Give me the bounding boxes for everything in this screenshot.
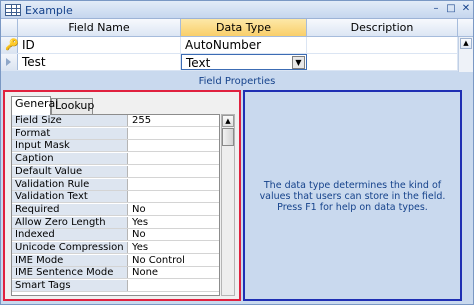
help-pane: The data type determines the kind of val… (243, 90, 462, 301)
table-icon (5, 4, 21, 16)
grid-scrollbar[interactable]: ▲ (458, 37, 473, 72)
property-label: Field Size (12, 115, 128, 126)
property-label: IME Mode (12, 254, 128, 266)
property-row[interactable]: Validation Rule (12, 178, 219, 191)
property-row[interactable]: Caption (12, 153, 219, 166)
chevron-down-icon[interactable]: ▼ (292, 56, 305, 69)
property-value[interactable] (129, 140, 219, 151)
property-label: Indexed (12, 229, 128, 241)
data-type-select[interactable]: Text ▼ (181, 54, 307, 70)
table-row[interactable]: 🔑 ID AutoNumber (1, 37, 458, 54)
property-label: Validation Rule (12, 178, 128, 190)
design-grid-header: Field Name Data Type Description (1, 19, 473, 37)
property-row[interactable]: Default Value (12, 165, 219, 178)
close-button[interactable]: ✕ (459, 3, 473, 16)
property-row[interactable]: IME Sentence Mode None (12, 267, 219, 280)
property-row[interactable]: Unicode Compression Yes (12, 242, 219, 254)
property-label: Caption (12, 153, 128, 165)
title-bar[interactable]: Example – □ ✕ (1, 1, 473, 19)
field-properties-pane: General Lookup Field Size 255 Format Input … (3, 90, 241, 301)
help-text: The data type determines the kind of val… (259, 180, 446, 213)
property-sheet: Field Size 255 Format Input Mask Caption Defa… (11, 114, 220, 296)
property-label: Allow Zero Length (12, 216, 128, 228)
row-selector[interactable]: 🔑 (1, 37, 19, 53)
scroll-up-icon[interactable]: ▲ (460, 38, 472, 49)
property-row[interactable]: Field Size 255 (12, 115, 219, 127)
property-value[interactable] (129, 128, 219, 139)
field-name-cell[interactable]: ID (18, 37, 181, 53)
scroll-up-icon[interactable]: ▲ (222, 115, 234, 127)
primary-key-icon: 🔑 (5, 38, 19, 51)
column-header-field-name[interactable]: Field Name (18, 19, 181, 36)
description-cell[interactable] (307, 54, 458, 70)
property-value[interactable] (129, 179, 219, 190)
table-design-window: Example – □ ✕ Field Name Data Type Descr… (0, 0, 474, 305)
property-label: Unicode Compression (12, 242, 128, 253)
property-value[interactable]: None (129, 267, 219, 278)
window-title: Example (25, 4, 73, 17)
property-row[interactable]: Allow Zero Length Yes (12, 216, 219, 229)
current-row-indicator-icon (6, 58, 11, 66)
property-scrollbar[interactable]: ▲ (221, 114, 235, 296)
description-cell[interactable] (307, 37, 458, 53)
minimize-button[interactable]: – (429, 3, 443, 16)
property-label: IME Sentence Mode (12, 267, 128, 279)
property-row[interactable]: Input Mask (12, 140, 219, 153)
column-header-data-type[interactable]: Data Type (181, 19, 307, 36)
property-value[interactable]: No (129, 204, 219, 215)
data-type-cell[interactable]: AutoNumber (181, 37, 307, 53)
property-label: Default Value (12, 165, 128, 177)
property-row[interactable]: Required No (12, 203, 219, 216)
field-properties-label: Field Properties (1, 75, 473, 89)
property-row[interactable]: Format (12, 127, 219, 140)
field-name-cell[interactable]: Test (18, 54, 181, 70)
property-row[interactable]: Smart Tags (12, 280, 219, 293)
property-value[interactable] (129, 166, 219, 177)
property-value[interactable]: No Control (129, 255, 219, 266)
property-value[interactable]: Yes (129, 242, 219, 253)
property-value[interactable] (129, 280, 219, 291)
scroll-thumb[interactable] (222, 128, 234, 146)
tab-general[interactable]: General (11, 96, 58, 115)
data-type-value: Text (186, 56, 211, 70)
property-value[interactable] (129, 153, 219, 164)
property-label: Required (12, 203, 128, 215)
row-selector[interactable] (1, 54, 18, 70)
property-label: Validation Text (12, 191, 128, 203)
property-value[interactable]: Yes (129, 217, 219, 228)
row-selector-header[interactable] (1, 19, 18, 36)
property-value[interactable] (129, 191, 219, 202)
column-header-description[interactable]: Description (307, 19, 458, 36)
property-row[interactable]: Indexed No (12, 229, 219, 242)
property-value[interactable]: No (129, 229, 219, 240)
property-label: Format (12, 127, 128, 139)
property-label: Smart Tags (12, 280, 128, 292)
property-value[interactable]: 255 (129, 115, 219, 126)
property-label: Input Mask (12, 140, 128, 152)
table-row[interactable]: Test Text ▼ (1, 54, 458, 71)
property-row[interactable]: IME Mode No Control (12, 254, 219, 267)
maximize-button[interactable]: □ (444, 3, 458, 16)
property-row[interactable]: Validation Text (12, 191, 219, 204)
